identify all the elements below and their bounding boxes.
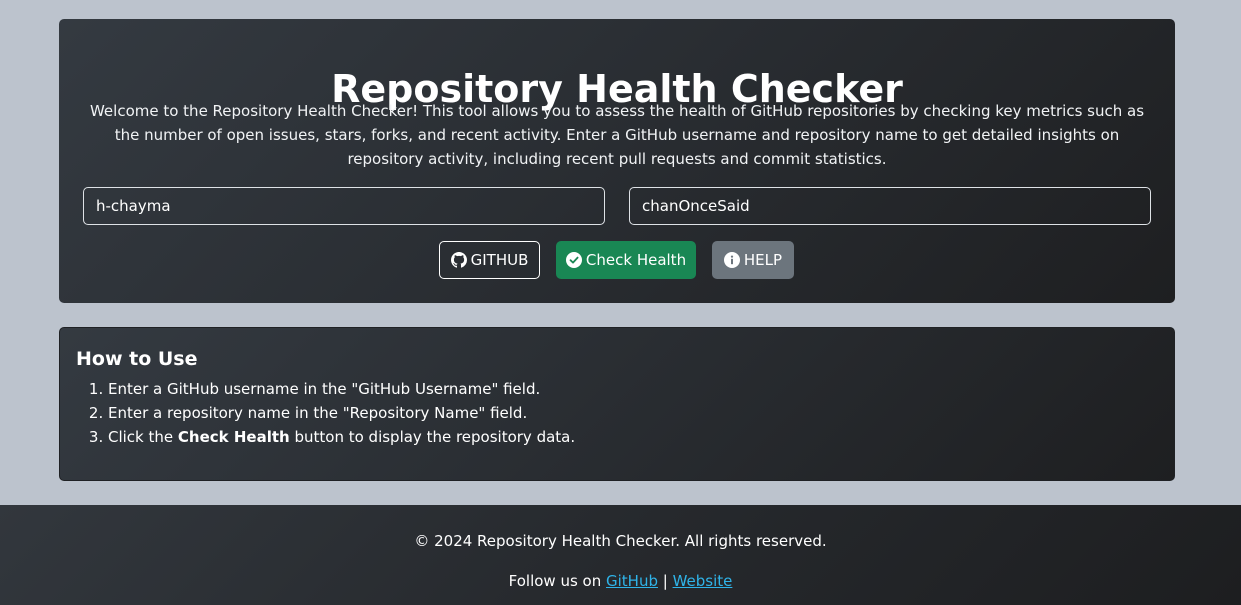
check-health-button[interactable]: Check Health — [556, 241, 696, 279]
step-text-bold: Check Health — [177, 428, 290, 446]
footer-github-link[interactable]: GitHub — [606, 572, 658, 590]
github-button-label: GITHUB — [470, 251, 529, 269]
intro-text: Welcome to the Repository Health Checker… — [89, 102, 1145, 168]
step-text-prefix: Click the — [108, 428, 178, 446]
info-circle-icon — [723, 252, 740, 268]
list-item: Enter a GitHub username in the "GitHub U… — [108, 377, 575, 401]
link-separator: | — [657, 572, 673, 590]
list-item: Enter a repository name in the "Reposito… — [108, 401, 575, 425]
hero-card: Repository Health Checker Welcome to the… — [59, 19, 1175, 303]
follow-prefix: Follow us on — [508, 572, 606, 590]
github-button[interactable]: GITHUB — [439, 241, 540, 279]
footer-website-link[interactable]: Website — [673, 572, 733, 590]
help-button[interactable]: HELP — [712, 241, 794, 279]
how-to-use-title: How to Use — [76, 348, 198, 370]
list-item: Click the Check Health button to display… — [108, 425, 575, 449]
help-button-label: HELP — [743, 251, 783, 269]
footer: © 2024 Repository Health Checker. All ri… — [0, 505, 1241, 605]
step-text-suffix: button to display the repository data. — [289, 428, 576, 446]
check-circle-icon — [565, 252, 582, 268]
github-username-input[interactable] — [83, 187, 605, 225]
how-to-steps: Enter a GitHub username in the "GitHub U… — [76, 377, 575, 449]
check-health-label: Check Health — [585, 251, 687, 269]
repository-name-input[interactable] — [629, 187, 1151, 225]
how-to-use-card: How to Use Enter a GitHub username in th… — [59, 327, 1175, 481]
github-icon — [450, 252, 467, 268]
follow-line: Follow us on GitHub | Website — [0, 569, 1241, 593]
copyright-text: © 2024 Repository Health Checker. All ri… — [414, 532, 827, 550]
